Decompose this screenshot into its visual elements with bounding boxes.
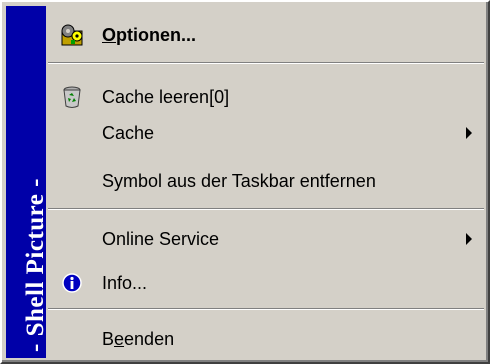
- submenu-arrow-icon: [466, 233, 472, 245]
- menu-item-cache-label: Cache: [102, 122, 155, 143]
- menu-separator: [48, 308, 484, 310]
- menu-item-info[interactable]: Info...: [50, 264, 482, 302]
- menu-item-cache[interactable]: Cache: [50, 114, 482, 152]
- menu-item-online-service-label: Online Service: [102, 228, 220, 249]
- menu-item-options-label: Optionen...: [102, 24, 197, 45]
- menu-separator: [48, 208, 484, 210]
- settings-icon: [56, 19, 88, 51]
- sidebar-title: - Shell Picture -: [22, 178, 46, 352]
- submenu-arrow-icon: [466, 127, 472, 139]
- context-menu: - Shell Picture - Optionen...: [0, 0, 490, 364]
- recycle-bin-icon: [56, 81, 88, 113]
- menu-item-remove-tray-icon[interactable]: Symbol aus der Taskbar entfernen: [50, 162, 482, 200]
- menu-item-exit-label: Beenden: [102, 328, 175, 349]
- menu-item-options[interactable]: Optionen...: [50, 16, 482, 54]
- menu-item-info-label: Info...: [102, 272, 148, 293]
- menu-item-remove-tray-icon-label: Symbol aus der Taskbar entfernen: [102, 170, 376, 191]
- menu-separator: [48, 62, 484, 64]
- menu-sidebar-banner: - Shell Picture -: [6, 6, 46, 358]
- info-icon: [56, 267, 88, 299]
- menu-item-online-service[interactable]: Online Service: [50, 220, 482, 258]
- menu-item-exit[interactable]: Beenden: [50, 320, 482, 358]
- menu-item-clear-cache-label: Cache leeren[0]: [102, 86, 230, 107]
- menu-item-clear-cache[interactable]: Cache leeren[0]: [50, 78, 482, 116]
